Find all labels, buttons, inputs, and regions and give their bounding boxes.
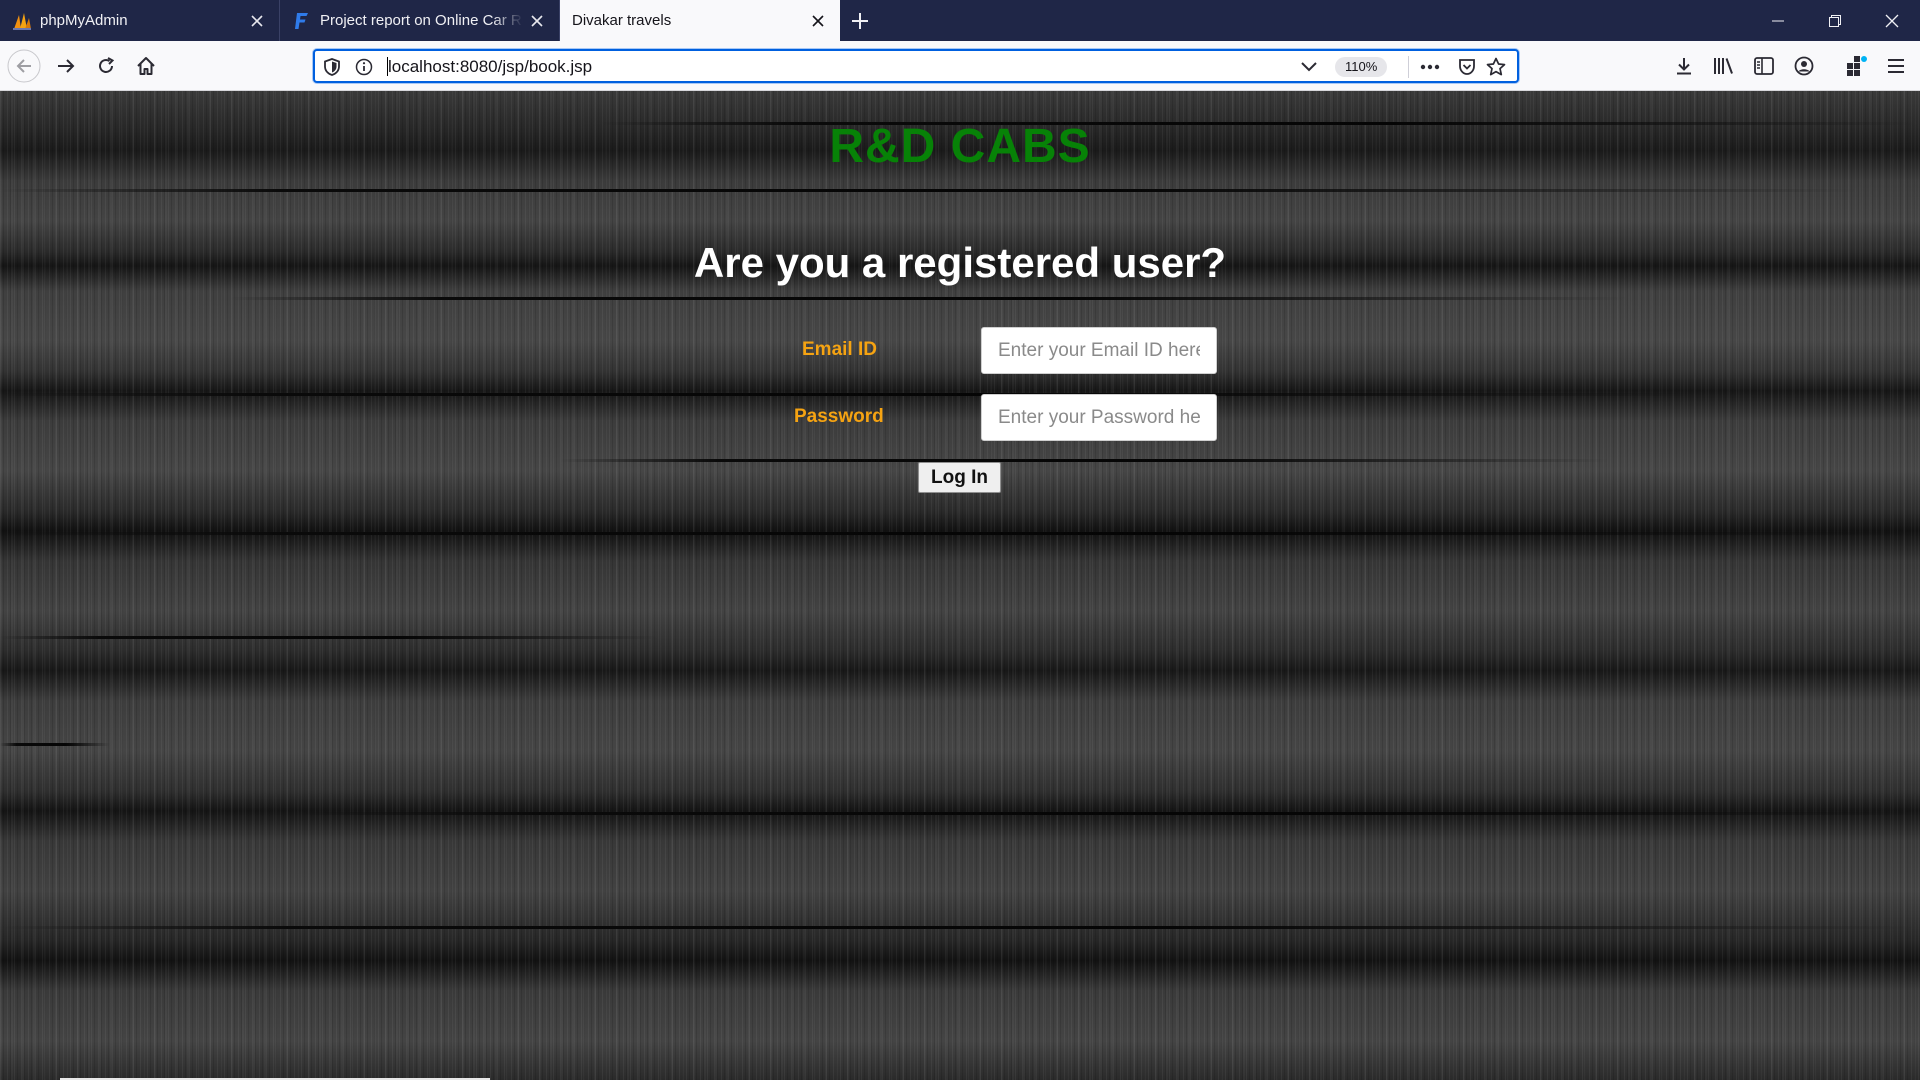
tab-title: Project report on Online Car Rental xyxy=(320,12,523,29)
sidebar-icon xyxy=(1754,57,1774,75)
login-heading: Are you a registered user? xyxy=(693,239,1227,286)
url-bar[interactable]: localhost:8080/jsp/book.jsp 110% xyxy=(313,49,1519,83)
window-controls xyxy=(1749,0,1920,41)
email-label: Email ID xyxy=(802,339,877,360)
chevron-down-icon[interactable] xyxy=(1298,56,1320,78)
background-streak xyxy=(0,189,1860,192)
hamburger-menu-icon xyxy=(1888,59,1904,73)
zoom-level-badge[interactable]: 110% xyxy=(1335,57,1388,77)
extensions-button[interactable] xyxy=(1838,48,1874,84)
background-streak xyxy=(230,297,1630,300)
background-streak xyxy=(560,459,1610,462)
close-icon xyxy=(1885,14,1898,27)
url-text[interactable]: localhost:8080/jsp/book.jsp xyxy=(386,57,592,77)
bookmark-star-icon[interactable] xyxy=(1485,56,1507,78)
background-streak xyxy=(0,743,110,746)
tab-phpmyadmin[interactable]: phpMyAdmin xyxy=(0,0,280,41)
site-title: R&D CABS xyxy=(829,120,1091,173)
tab-divakar-travels[interactable]: Divakar travels xyxy=(560,0,840,41)
background-streak xyxy=(0,926,1920,929)
tab-project-report[interactable]: Project report on Online Car Rental xyxy=(280,0,560,41)
reload-button[interactable] xyxy=(88,48,124,84)
downloads-button[interactable] xyxy=(1666,48,1702,84)
restore-icon xyxy=(1828,14,1841,27)
phpmyadmin-sail-icon xyxy=(12,11,32,31)
tab-title: phpMyAdmin xyxy=(40,12,128,29)
home-icon xyxy=(137,57,155,75)
plus-icon xyxy=(852,12,868,29)
restore-button[interactable] xyxy=(1806,0,1863,41)
library-icon xyxy=(1714,58,1733,74)
page-content: R&D CABS Are you a registered user? Emai… xyxy=(0,91,1920,1080)
browser-window: phpMyAdmin Project report on Online Car … xyxy=(0,0,1920,1080)
extensions-icon xyxy=(1847,56,1867,76)
minimize-icon xyxy=(1771,20,1784,21)
shield-icon[interactable] xyxy=(321,56,343,78)
background-streak xyxy=(0,393,1700,396)
close-window-button[interactable] xyxy=(1863,0,1920,41)
sidebar-button[interactable] xyxy=(1746,48,1782,84)
minimize-button[interactable] xyxy=(1749,0,1806,41)
download-icon xyxy=(1677,58,1691,75)
email-field[interactable] xyxy=(981,327,1217,374)
reload-icon xyxy=(99,57,115,73)
tab-title: Divakar travels xyxy=(572,12,672,29)
back-arrow-icon xyxy=(7,49,41,83)
password-label: Password xyxy=(794,406,884,427)
url-divider xyxy=(1408,56,1409,78)
forward-arrow-icon xyxy=(58,59,75,73)
forward-button[interactable] xyxy=(48,48,84,84)
account-button[interactable] xyxy=(1786,48,1822,84)
background-streak xyxy=(0,636,660,639)
pocket-icon[interactable] xyxy=(1456,56,1478,78)
close-icon[interactable] xyxy=(804,7,832,35)
login-button[interactable]: Log In xyxy=(918,462,1001,493)
navigation-toolbar: localhost:8080/jsp/book.jsp 110% xyxy=(0,41,1920,91)
background-streak xyxy=(300,812,1920,815)
close-icon[interactable] xyxy=(523,7,551,35)
password-field[interactable] xyxy=(981,394,1217,441)
account-icon xyxy=(1794,56,1814,76)
background-streak xyxy=(0,532,1920,535)
back-button[interactable] xyxy=(6,48,42,84)
tab-strip: phpMyAdmin Project report on Online Car … xyxy=(0,0,1920,41)
info-icon[interactable] xyxy=(353,56,375,78)
f-letter-icon xyxy=(292,11,312,31)
new-tab-button[interactable] xyxy=(840,0,880,41)
close-icon[interactable] xyxy=(243,7,271,35)
menu-button[interactable] xyxy=(1878,48,1914,84)
more-actions-icon[interactable] xyxy=(1419,56,1441,78)
library-button[interactable] xyxy=(1706,48,1742,84)
home-button[interactable] xyxy=(128,48,164,84)
